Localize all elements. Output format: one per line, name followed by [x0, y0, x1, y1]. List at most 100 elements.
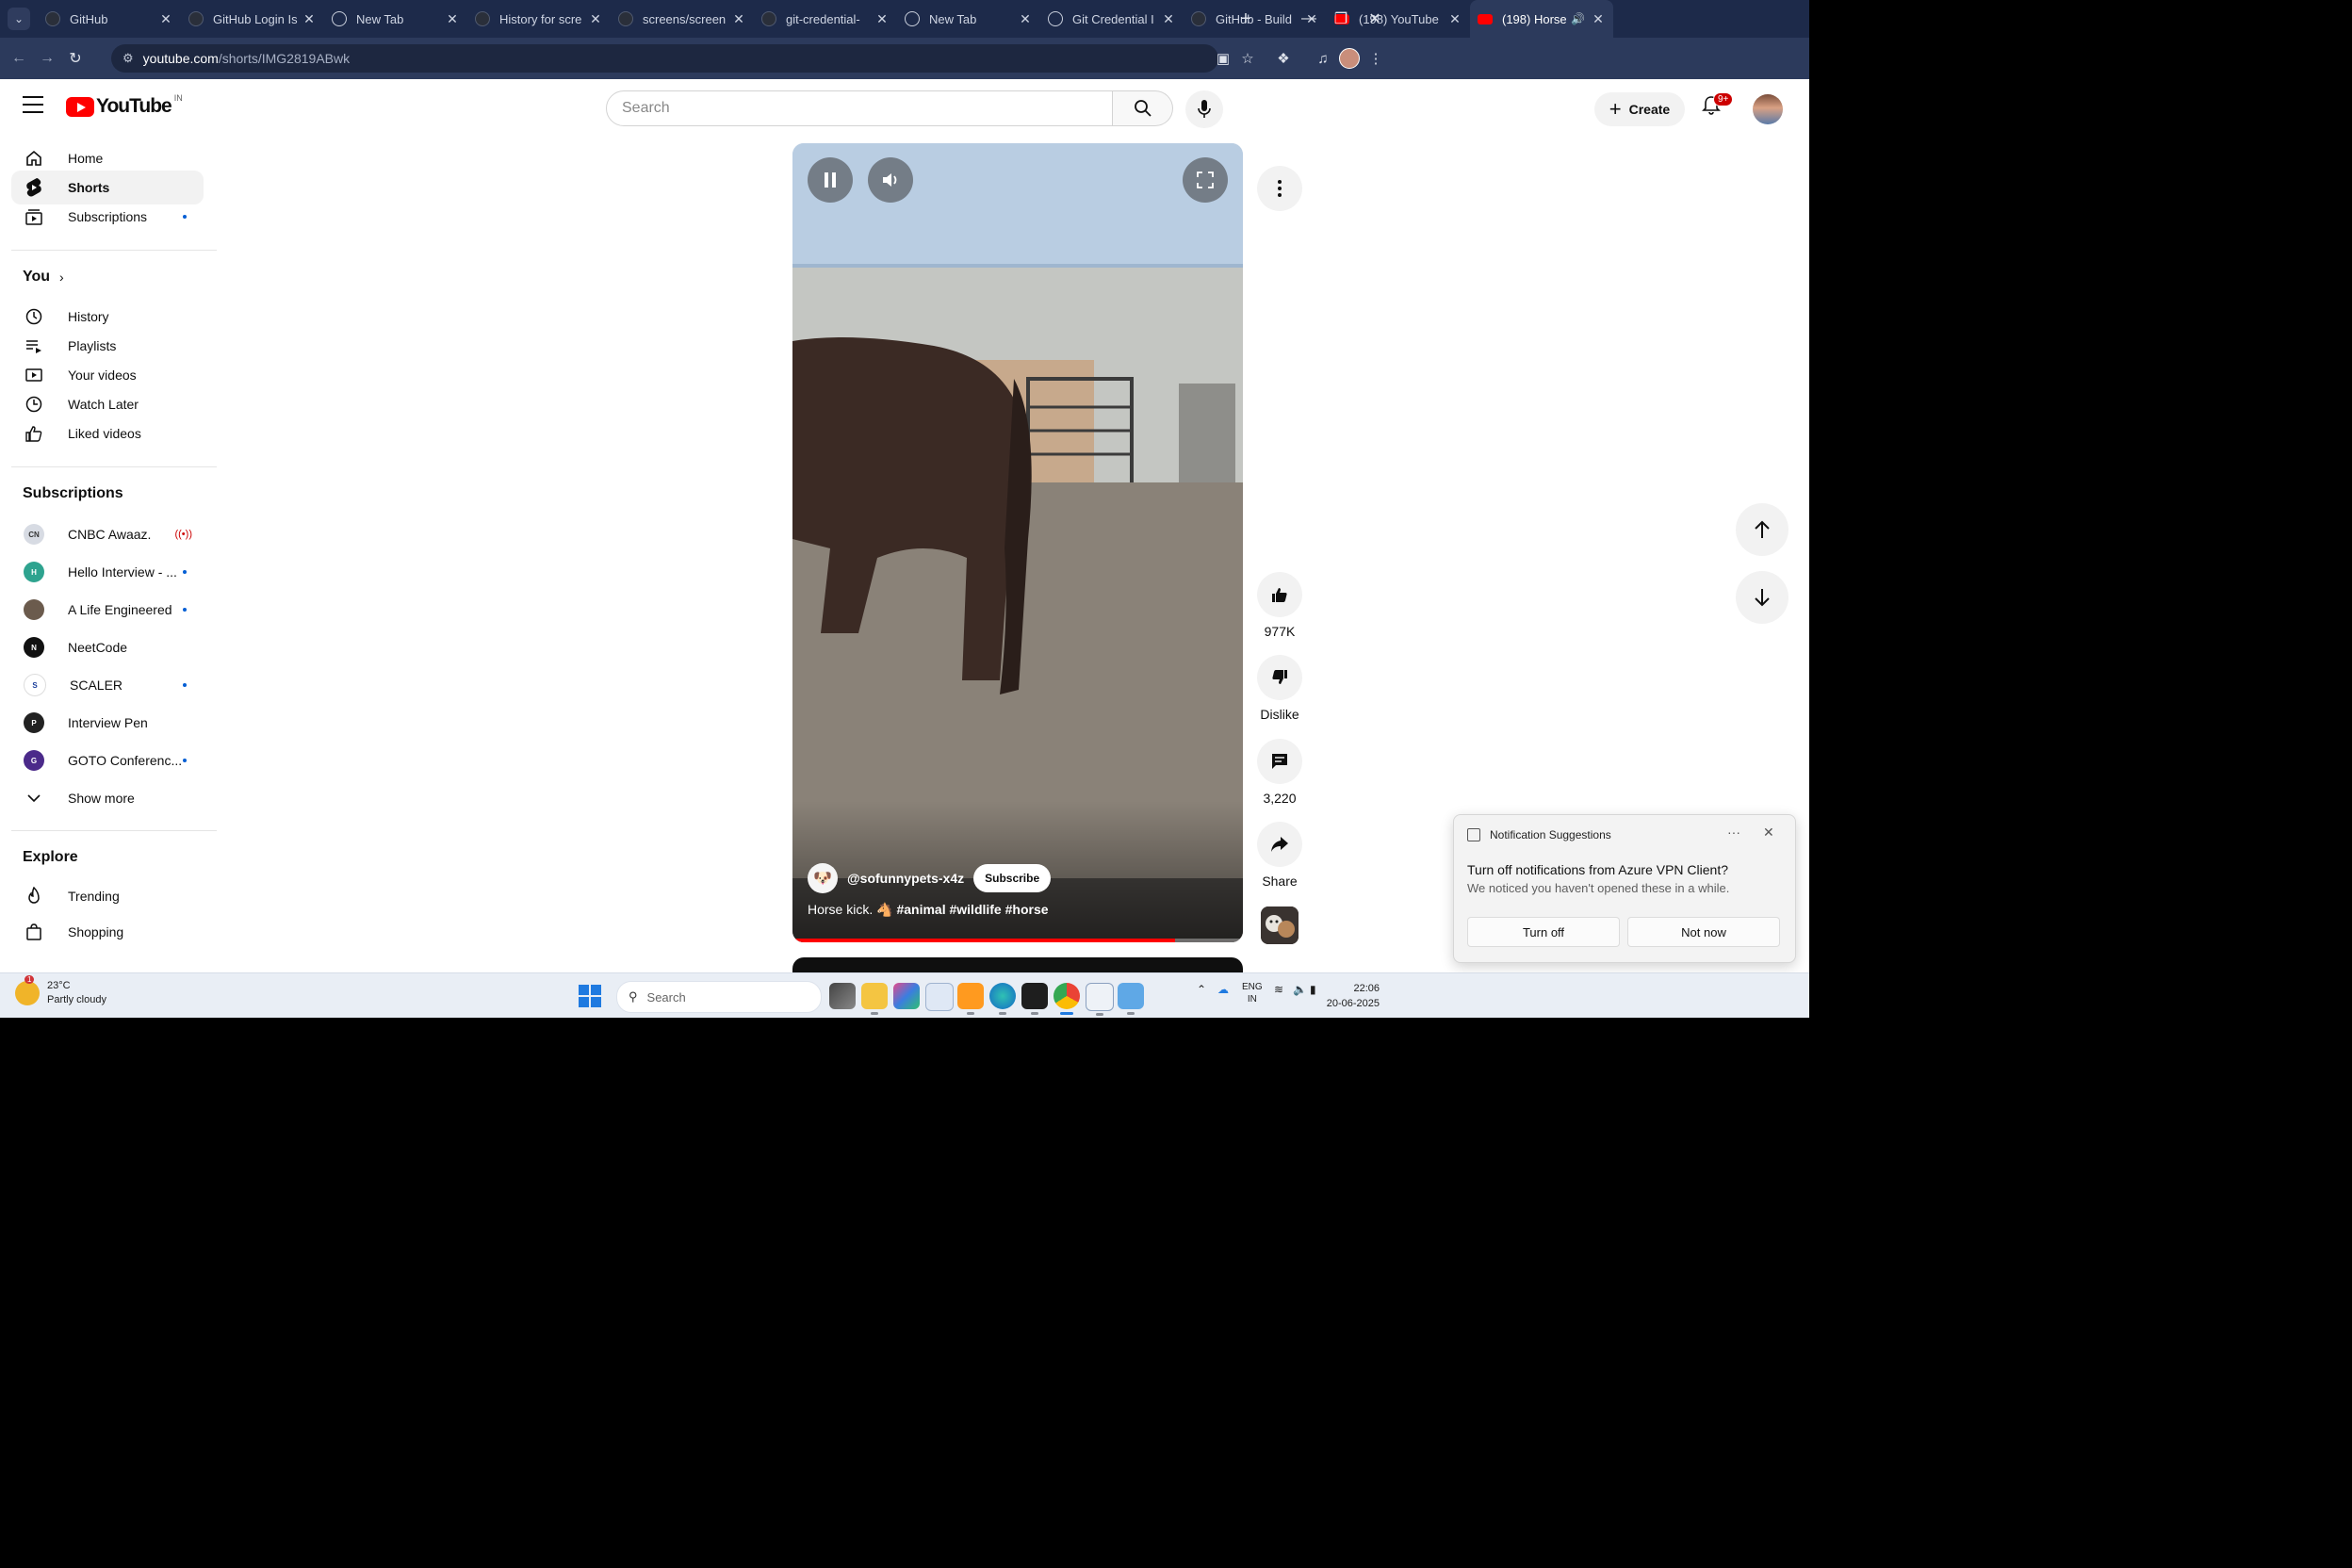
browser-tab[interactable]: New Tab ✕	[324, 0, 467, 38]
youtube-logo[interactable]: YouTube IN	[66, 93, 183, 118]
wifi-icon[interactable]: ≋	[1274, 983, 1283, 996]
weather-widget[interactable]: 1 23°C Partly cloudy	[15, 975, 106, 1007]
browser-tab[interactable]: New Tab ✕	[897, 0, 1040, 38]
sidebar-channel-item[interactable]: N NeetCode	[11, 630, 204, 664]
browser-tab[interactable]: git-credential- ✕	[754, 0, 897, 38]
snipping-tool-icon[interactable]	[1086, 983, 1114, 1016]
system-clock[interactable]: 22:06 20-06-2025	[1321, 981, 1380, 1011]
sidebar-item-liked-videos[interactable]: Liked videos	[11, 416, 204, 450]
close-tab-icon[interactable]: ✕	[1591, 11, 1606, 27]
address-bar[interactable]: ⚙ youtube.com/shorts/IMG2819ABwk	[111, 44, 1218, 73]
search-input[interactable]: Search	[606, 90, 1113, 126]
close-tab-icon[interactable]: ✕	[158, 11, 173, 27]
tab-search-icon[interactable]: ⌄	[8, 8, 30, 30]
close-tab-icon[interactable]: ✕	[1447, 11, 1462, 27]
chrome-icon[interactable]	[1054, 983, 1080, 1015]
browser-tab-active[interactable]: (198) Horse 🔊 ✕	[1470, 0, 1613, 38]
speaker-icon[interactable]: 🔊	[1571, 12, 1585, 25]
dislike-button[interactable]	[1257, 655, 1302, 700]
remote-desktop-icon[interactable]	[1118, 983, 1144, 1015]
create-button[interactable]: + Create	[1594, 92, 1685, 126]
like-button[interactable]	[1257, 572, 1302, 617]
next-short-button[interactable]	[1736, 571, 1788, 624]
search-button[interactable]	[1113, 90, 1173, 126]
file-explorer-icon[interactable]	[861, 983, 888, 1015]
browser-menu-icon[interactable]: ⋮	[1364, 47, 1387, 70]
battery-icon[interactable]: ▮	[1310, 983, 1316, 996]
hashtag-link[interactable]: #wildlife	[949, 902, 1001, 917]
close-tab-icon[interactable]: ✕	[731, 11, 746, 27]
shorts-video-player[interactable]: 🐶 @sofunnypets-x4z Subscribe Horse kick.…	[792, 143, 1243, 942]
browser-tab[interactable]: screens/screen ✕	[611, 0, 754, 38]
close-tab-icon[interactable]: ✕	[302, 11, 317, 27]
sidebar-you-heading[interactable]: You ›	[23, 269, 64, 286]
sidebar-channel-item[interactable]: CN CNBC Awaaz. ((•))	[11, 517, 204, 551]
turn-off-button[interactable]: Turn off	[1467, 917, 1620, 947]
close-tab-icon[interactable]: ✕	[874, 11, 890, 27]
forward-button[interactable]: →	[36, 47, 58, 70]
app-icon[interactable]	[957, 983, 984, 1015]
channel-avatar[interactable]: 🐶	[808, 863, 838, 893]
copilot-icon[interactable]	[893, 983, 920, 1009]
share-button[interactable]	[1257, 822, 1302, 867]
browser-tab[interactable]: GitHub ✕	[38, 0, 181, 38]
bookmark-star-icon[interactable]: ☆	[1236, 47, 1259, 70]
install-app-icon[interactable]: ▣	[1212, 47, 1234, 70]
close-tab-icon[interactable]: ✕	[1018, 11, 1033, 27]
subscribe-button[interactable]: Subscribe	[973, 864, 1052, 892]
share-label: Share	[1262, 874, 1298, 889]
sidebar-channel-item[interactable]: A Life Engineered	[11, 593, 204, 627]
close-tab-icon[interactable]: ✕	[445, 11, 460, 27]
tab-label: GitHub	[70, 11, 108, 26]
task-view-icon[interactable]	[829, 983, 856, 1009]
windows-start-button[interactable]	[579, 985, 601, 1007]
live-broadcast-icon: ((•))	[174, 529, 192, 540]
reload-button[interactable]: ↻	[64, 47, 87, 70]
volume-tray-icon[interactable]: 🔈	[1293, 983, 1307, 996]
pause-button[interactable]	[808, 157, 853, 203]
sidebar-item-trending[interactable]: Trending	[11, 879, 204, 913]
edge-icon[interactable]	[989, 983, 1016, 1015]
terminal-icon[interactable]	[1021, 983, 1048, 1015]
extensions-icon[interactable]: ❖	[1272, 47, 1295, 70]
sidebar-channel-item[interactable]: S SCALER	[11, 668, 204, 702]
voice-search-button[interactable]	[1185, 90, 1223, 128]
sidebar-channel-item[interactable]: H Hello Interview - ...	[11, 555, 204, 589]
close-tab-icon[interactable]: ✕	[1161, 11, 1176, 27]
new-tab-button[interactable]: +	[1234, 8, 1257, 30]
toast-close-icon[interactable]: ✕	[1763, 825, 1774, 841]
sidebar-item-subscriptions[interactable]: Subscriptions	[11, 200, 204, 234]
guide-menu-icon[interactable]	[23, 96, 43, 113]
sidebar-channel-item[interactable]: P Interview Pen	[11, 706, 204, 740]
playback-progress-bar[interactable]	[792, 939, 1243, 942]
comments-button[interactable]	[1257, 739, 1302, 784]
hashtag-link[interactable]: #horse	[1005, 902, 1049, 917]
not-now-button[interactable]: Not now	[1627, 917, 1780, 947]
sound-remix-thumbnail[interactable]	[1261, 906, 1298, 944]
media-controls-icon[interactable]: ♫	[1312, 47, 1334, 70]
close-window-button[interactable]: ✕	[1353, 0, 1396, 38]
site-info-icon[interactable]: ⚙	[122, 51, 134, 66]
language-indicator[interactable]: ENG IN	[1242, 981, 1263, 1005]
hashtag-link[interactable]: #animal	[896, 902, 945, 917]
volume-button[interactable]	[868, 157, 913, 203]
sidebar-channel-item[interactable]: G GOTO Conferenc...	[11, 743, 204, 777]
onedrive-icon[interactable]: ☁	[1217, 983, 1229, 996]
taskbar-search-input[interactable]: ⚲ Search	[616, 981, 822, 1013]
show-hidden-icons[interactable]: ⌃	[1197, 983, 1206, 996]
back-button[interactable]: ←	[8, 47, 30, 70]
browser-tab[interactable]: History for scre ✕	[467, 0, 611, 38]
fullscreen-button[interactable]	[1183, 157, 1228, 203]
close-tab-icon[interactable]: ✕	[588, 11, 603, 27]
previous-short-button[interactable]	[1736, 503, 1788, 556]
browser-tab[interactable]: Git Credential I ✕	[1040, 0, 1184, 38]
browser-profile-icon[interactable]	[1338, 47, 1361, 70]
account-avatar[interactable]	[1753, 94, 1783, 124]
sidebar-item-shopping[interactable]: Shopping	[11, 915, 204, 949]
calculator-icon[interactable]	[925, 983, 954, 1011]
show-more-button[interactable]: Show more	[11, 781, 204, 815]
more-actions-button[interactable]	[1257, 166, 1302, 211]
browser-tab[interactable]: GitHub Login Is ✕	[181, 0, 324, 38]
toast-more-icon[interactable]: ···	[1727, 825, 1740, 840]
channel-name[interactable]: @sofunnypets-x4z	[847, 871, 964, 886]
